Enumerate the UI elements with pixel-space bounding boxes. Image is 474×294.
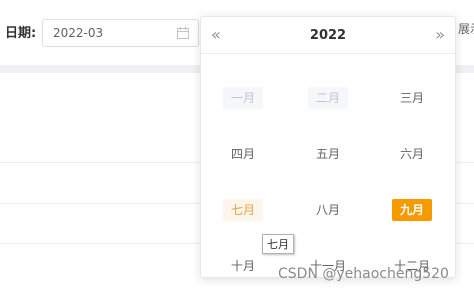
calendar-icon [177,27,189,39]
month-cell[interactable]: 四月 [223,143,263,165]
picker-header: « 2022 » [201,17,455,54]
month-cell[interactable]: 五月 [308,143,348,165]
month-picker-input[interactable]: 2022-03 [42,19,199,47]
table-row-divider [456,243,474,244]
watermark: CSDN @yehaocheng520 [278,266,449,282]
month-cell[interactable]: 十月 [223,255,263,277]
table-row-divider [0,162,200,163]
month-cell[interactable]: 八月 [308,199,348,221]
month-cell[interactable]: 六月 [392,143,432,165]
month-cell[interactable]: 三月 [392,87,432,109]
month-cell[interactable]: 一月 [223,87,263,109]
month-cell[interactable]: 二月 [308,87,348,109]
top-right-text: 展示 [458,22,474,36]
month-picker-panel: « 2022 » 一月 二月 三月 四月 五月 六月 七月 八月 九月 十月 十… [200,16,456,278]
table-row-divider [0,243,200,244]
month-cell[interactable]: 七月 [223,199,263,221]
table-row-divider [456,162,474,163]
month-tooltip: 七月 [262,234,294,254]
table-row-divider [0,203,200,204]
month-cell[interactable]: 九月 [392,199,432,221]
table-row-divider [456,203,474,204]
date-filter-label: 日期: [5,26,37,41]
next-year-button[interactable]: » [435,25,445,44]
picker-year[interactable]: 2022 [201,28,455,43]
month-picker-value: 2022-03 [53,26,104,40]
